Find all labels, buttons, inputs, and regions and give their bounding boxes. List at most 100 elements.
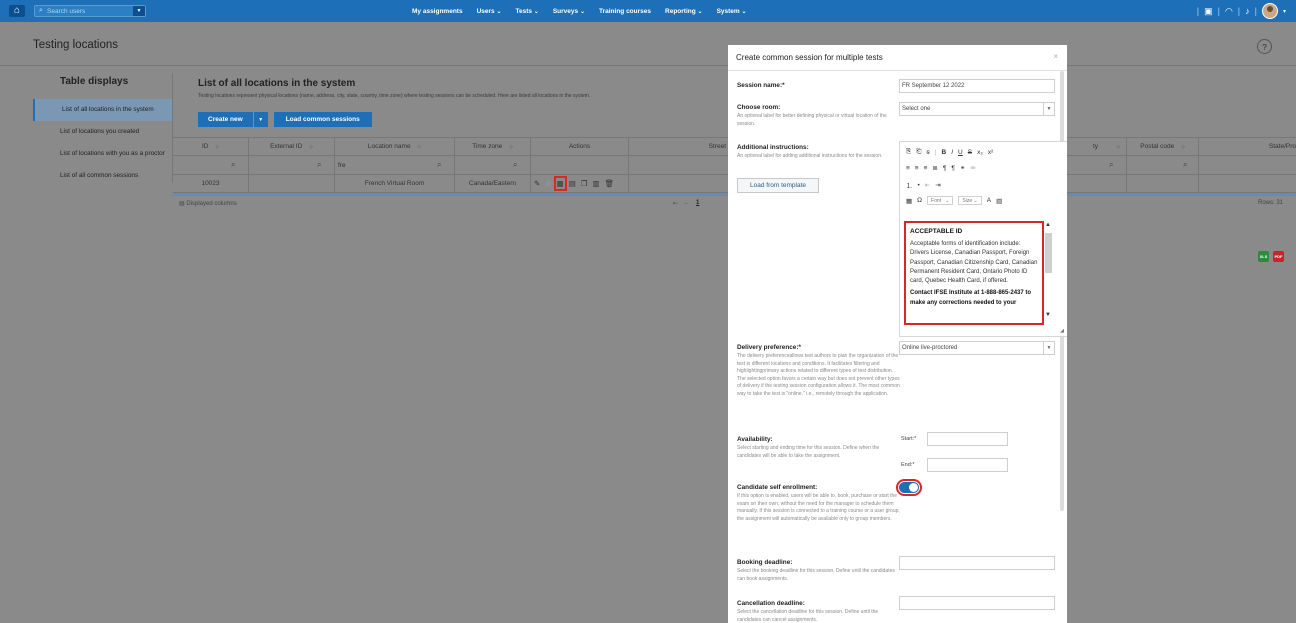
sidebar-list: List of all locations in the system List… [33, 99, 172, 187]
nav-system[interactable]: System ⌄ [717, 8, 747, 15]
nav-my-assignments[interactable]: My assignments [412, 8, 463, 15]
chevron-down-icon[interactable]: ▾ [1283, 8, 1286, 15]
strikethrough-icon[interactable]: S [968, 149, 972, 156]
nav-tests[interactable]: Tests ⌄ [516, 8, 539, 15]
displayed-columns-toggle[interactable]: ▤ Displayed columns [179, 200, 237, 207]
search-users-input[interactable] [47, 7, 127, 15]
unlink-icon[interactable]: ⚮ [970, 164, 975, 172]
edit-icon[interactable]: ✎ [534, 179, 540, 188]
column-header-state[interactable]: State/Pro [1199, 138, 1296, 155]
nav-tests-label: Tests [515, 7, 533, 15]
filter-city[interactable]: ⌕ [1067, 156, 1127, 174]
booking-deadline-input[interactable] [899, 556, 1055, 570]
align-center-icon[interactable]: ≡ [915, 165, 919, 172]
user-search[interactable]: ⌕ ▼ [34, 5, 146, 17]
filter-time-zone[interactable]: ⌕ [455, 156, 531, 174]
end-datetime-input[interactable] [927, 458, 1008, 472]
scroll-up-icon[interactable]: ▲ [1045, 222, 1051, 228]
load-from-template-button[interactable]: Load from template [737, 178, 820, 193]
text-color-icon[interactable]: A [987, 197, 991, 204]
align-right-icon[interactable]: ≡ [924, 165, 928, 172]
close-icon[interactable]: × [1053, 52, 1058, 61]
align-left-icon[interactable]: ≡ [906, 165, 910, 172]
column-header-label: ID [201, 143, 209, 150]
copy-icon[interactable]: ❐ [581, 179, 588, 188]
filter-external-id[interactable]: ⌕ [249, 156, 335, 174]
create-new-dropdown-chevron-icon[interactable]: ▼ [253, 112, 268, 127]
justify-icon[interactable]: ≣ [932, 164, 937, 172]
indent-icon[interactable]: ⇥ [935, 181, 940, 189]
page-number[interactable]: 1 [696, 200, 699, 207]
special-char-icon[interactable]: Ω [917, 197, 922, 204]
rtl-icon[interactable]: ¶ [951, 165, 955, 172]
bullet-list-icon[interactable]: • [918, 182, 920, 189]
background-color-icon[interactable]: ▧ [996, 197, 1002, 205]
excel-export-icon[interactable]: XLS [1258, 251, 1269, 262]
italic-icon[interactable]: I [951, 149, 953, 156]
numbered-list-icon[interactable]: ⒈ [906, 180, 913, 190]
create-common-session-icon[interactable]: ▦ [553, 176, 567, 191]
self-enrollment-toggle[interactable] [896, 479, 922, 496]
modal-title: Create common session for multiple tests [736, 53, 883, 62]
underline-icon[interactable]: U [958, 149, 963, 156]
session-name-input[interactable]: FR September 12 2022 [899, 79, 1055, 93]
column-header-city[interactable]: ty ⬦ [1067, 138, 1127, 155]
filter-location-name[interactable]: fre ⌕ [335, 156, 455, 174]
size-select[interactable]: Size ⌄ [958, 196, 982, 205]
filter-postal-code[interactable]: ⌕ [1127, 156, 1199, 174]
column-header-external-id[interactable]: External ID ⬦ [249, 138, 335, 155]
delete-icon[interactable]: 🗑 [605, 179, 615, 188]
prev-page-icon[interactable]: ← [684, 200, 690, 207]
resize-handle-icon[interactable]: ◢ [1060, 328, 1064, 334]
editor-scrollbar[interactable]: ▲ ▼ [1045, 222, 1052, 322]
outdent-icon[interactable]: ⇤ [925, 181, 930, 189]
avatar[interactable] [1261, 3, 1278, 19]
sidebar-item-all-locations[interactable]: List of all locations in the system [33, 99, 172, 121]
pdf-export-icon[interactable]: PDF [1273, 251, 1284, 262]
paste-text-icon[interactable]: ⎗ [916, 148, 921, 156]
disable-icon[interactable]: ⊘ [545, 179, 551, 188]
column-header-postal-code[interactable]: Postal code ⬦ [1127, 138, 1199, 155]
load-common-sessions-button[interactable]: Load common sessions [273, 112, 372, 127]
home-icon[interactable]: ⌂ [9, 5, 25, 17]
sidebar-item-all-common-sessions[interactable]: List of all common sessions [33, 165, 172, 187]
scroll-down-icon[interactable]: ▼ [1045, 312, 1051, 318]
scroll-thumb[interactable] [1045, 233, 1052, 273]
cancellation-deadline-input[interactable] [899, 596, 1055, 610]
column-header-time-zone[interactable]: Time zone ⬦ [455, 138, 531, 155]
nav-users[interactable]: Users ⌄ [477, 8, 502, 15]
create-new-button[interactable]: Create new [198, 112, 253, 127]
help-icon[interactable]: ? [1257, 39, 1272, 54]
search-dropdown-chevron-icon[interactable]: ▼ [133, 6, 145, 16]
notification-bell-icon[interactable]: ♪ [1245, 6, 1250, 16]
search-icon: ⌕ [231, 160, 236, 169]
headset-icon[interactable]: ◠ [1225, 6, 1233, 17]
spellcheck-icon[interactable]: ꞩ [926, 148, 929, 156]
messages-icon[interactable]: ▣ [1204, 6, 1213, 17]
room-select[interactable]: Select one ▼ [899, 102, 1055, 116]
editor-toolbar-row-4: ▦ Ω Font ⌄ Size ⌄ A ▧ [906, 196, 1002, 205]
superscript-icon[interactable]: x² [988, 149, 993, 156]
nav-surveys[interactable]: Surveys ⌄ [553, 8, 585, 15]
start-datetime-input[interactable] [927, 432, 1008, 446]
filter-id[interactable]: ⌕ [173, 156, 249, 174]
nav-training-courses[interactable]: Training courses [599, 8, 651, 15]
document-icon[interactable]: ▤ [569, 179, 576, 188]
link-icon[interactable]: ⚭ [960, 164, 965, 172]
table-icon[interactable]: ▦ [906, 197, 912, 205]
calendar-icon[interactable]: ▥ [593, 179, 600, 188]
bold-icon[interactable]: B [942, 149, 947, 156]
sidebar-item-locations-you-created[interactable]: List of locations you created [33, 121, 172, 143]
sidebar-item-locations-as-proctor[interactable]: List of locations with you as a proctor [33, 143, 172, 165]
editor-content[interactable]: ACCEPTABLE ID Acceptable forms of identi… [904, 221, 1044, 325]
column-header-street[interactable]: Street [629, 138, 729, 155]
delivery-select[interactable]: Online live-proctored ▼ [899, 341, 1055, 355]
first-page-icon[interactable]: ⇤ [673, 200, 678, 207]
font-select[interactable]: Font ⌄ [927, 196, 954, 205]
paste-icon[interactable]: ⎘ [906, 148, 911, 156]
column-header-id[interactable]: ID ⬦ [173, 138, 249, 155]
ltr-icon[interactable]: ¶ [943, 165, 947, 172]
subscript-icon[interactable]: x₂ [977, 149, 983, 156]
column-header-location-name[interactable]: Location name ⬦ [335, 138, 455, 155]
nav-reporting[interactable]: Reporting ⌄ [665, 8, 703, 15]
